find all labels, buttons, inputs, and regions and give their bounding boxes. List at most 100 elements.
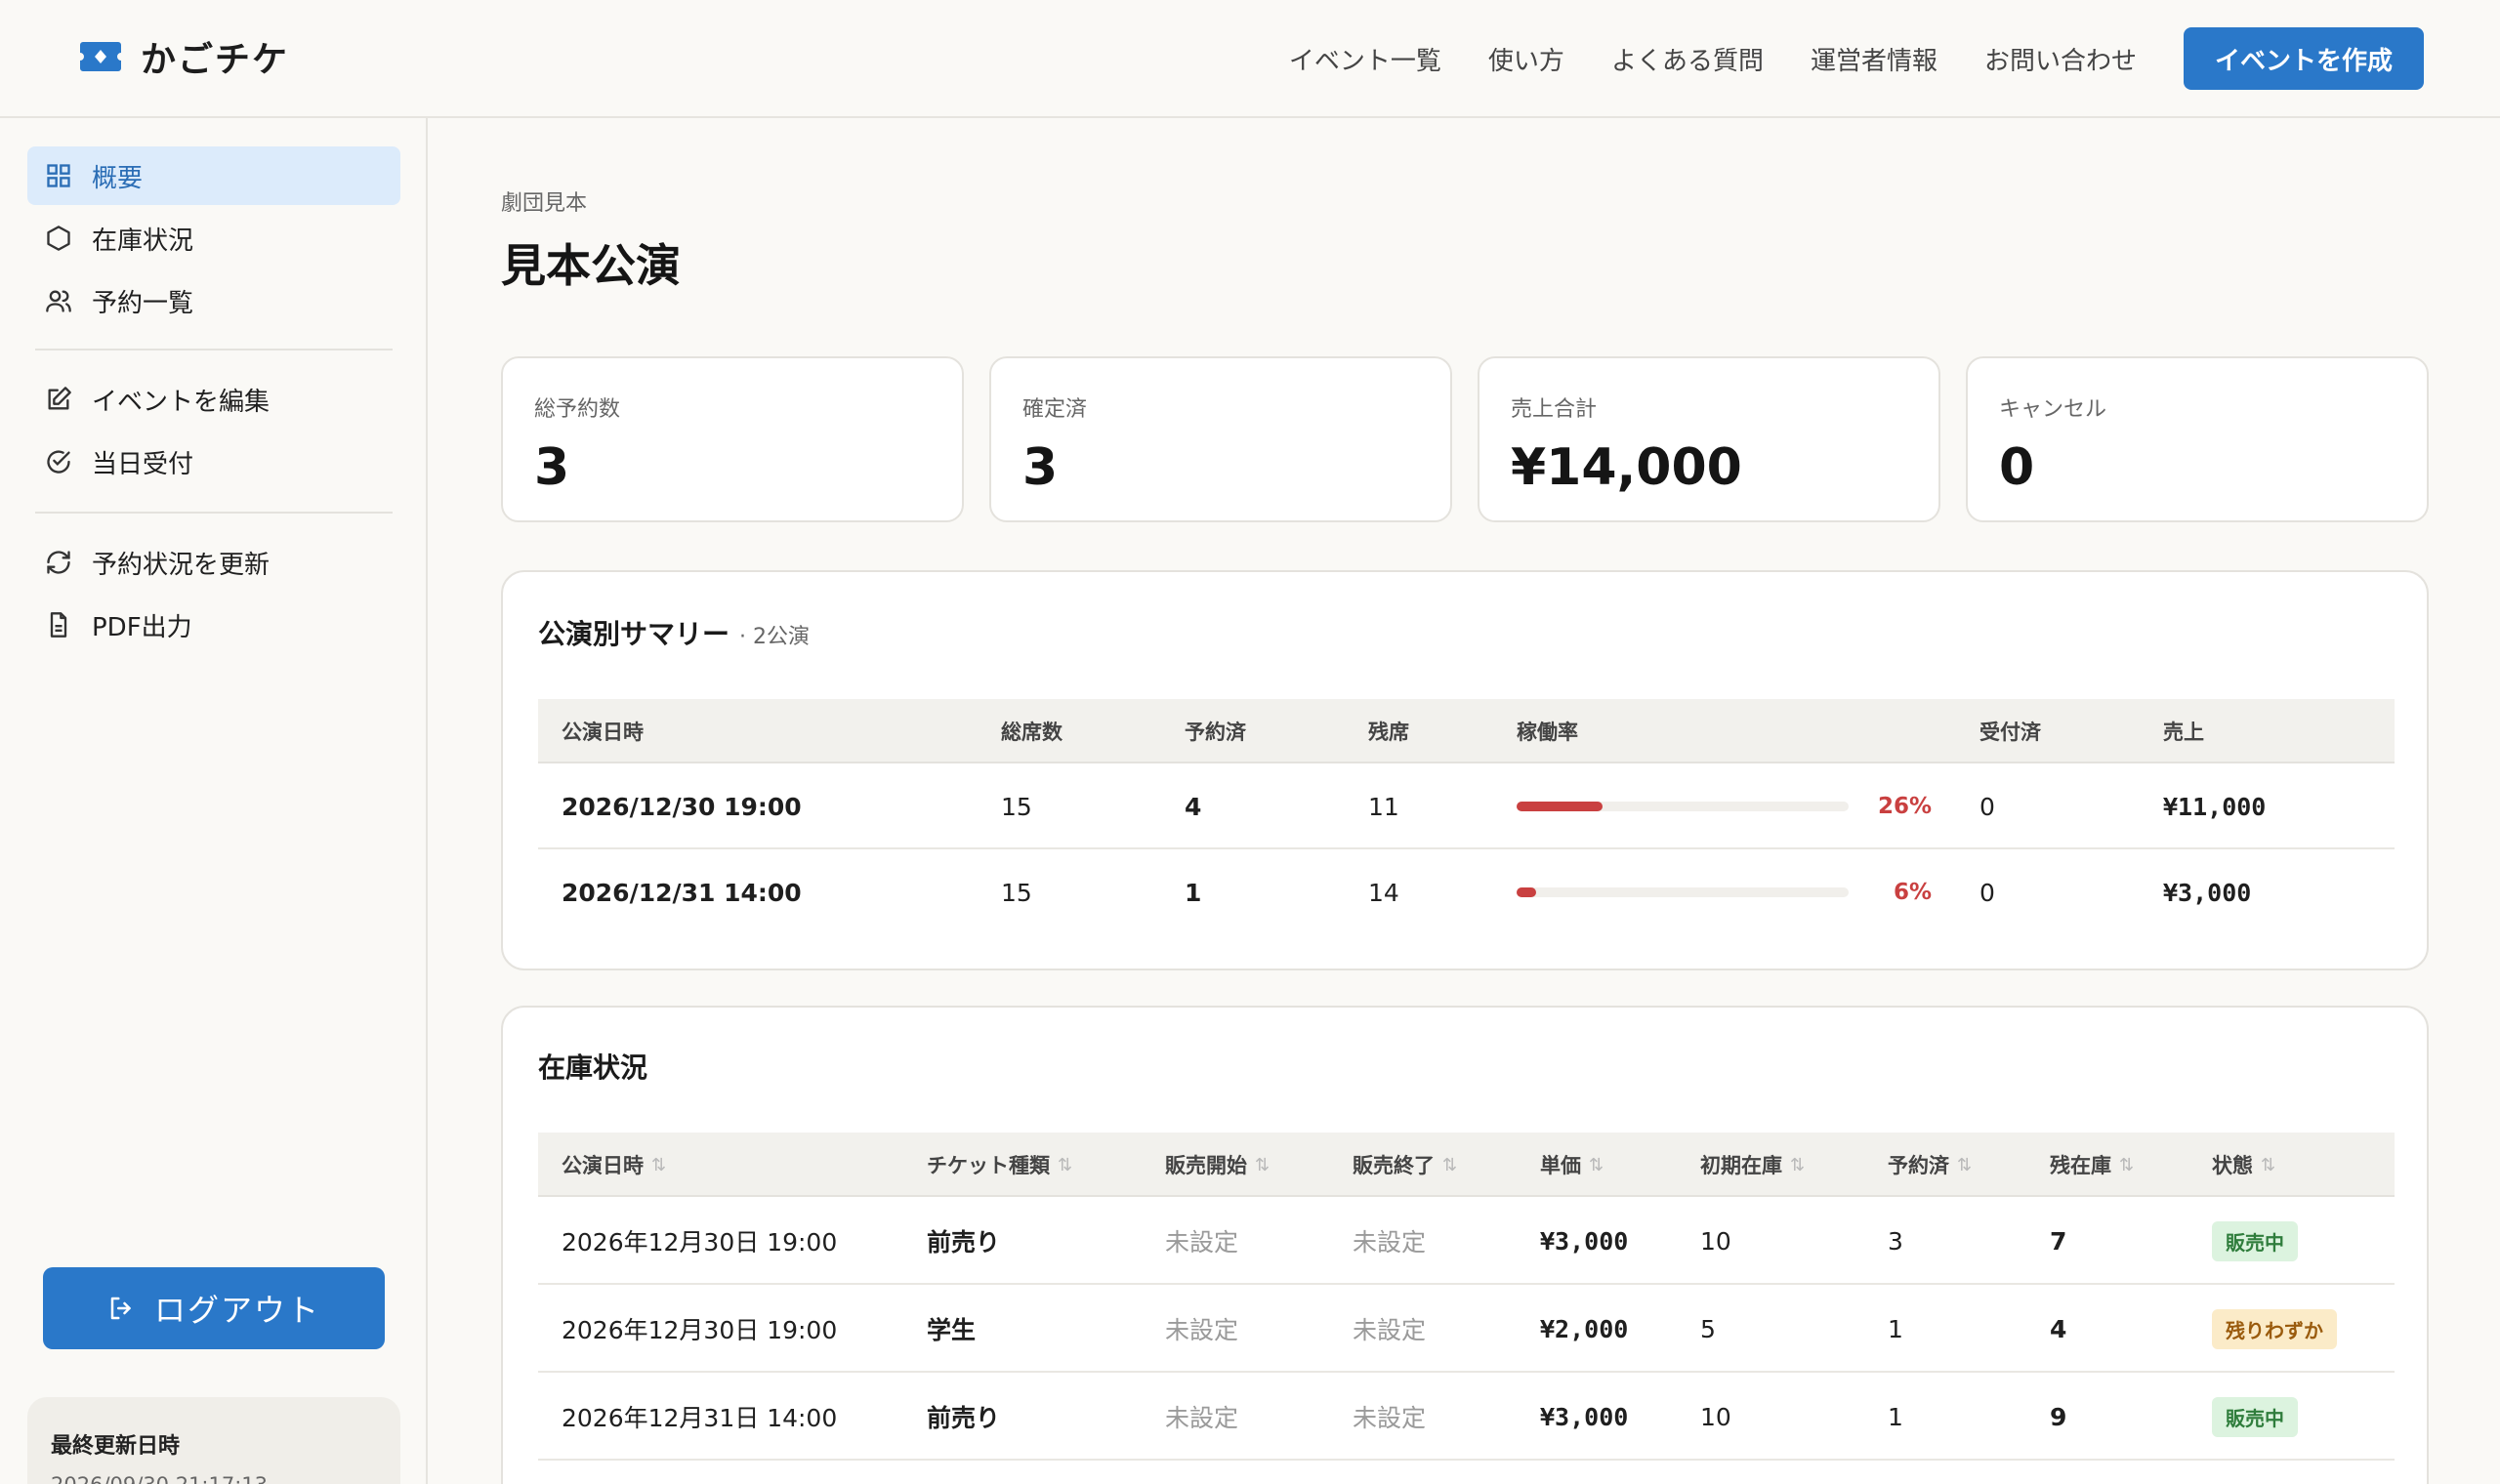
sort-icon: ⇅ xyxy=(1589,1154,1604,1175)
column-header-checked-in: 受付済 xyxy=(1979,721,2041,744)
sort-icon: ⇅ xyxy=(2261,1154,2276,1175)
cell-sales: ¥11,000 xyxy=(2163,792,2267,821)
sidebar-item-overview[interactable]: 概要 xyxy=(27,146,400,205)
summary-count: · 2公演 xyxy=(739,625,810,649)
cell-remaining: 11 xyxy=(1368,792,1399,821)
summary-title-text: 公演別サマリー xyxy=(538,618,730,650)
cell-remaining-stock: 4 xyxy=(2050,1314,2067,1343)
sidebar-item-refresh[interactable]: 予約状況を更新 xyxy=(27,533,400,592)
last-updated-box: 最終更新日時 2026/09/30 21:17:13 xyxy=(27,1397,400,1484)
column-header-initial-stock[interactable]: 初期在庫 ⇅ xyxy=(1700,1133,1805,1197)
sidebar-item-label: 当日受付 xyxy=(92,449,194,479)
cell-remaining-stock: 7 xyxy=(2050,1226,2067,1256)
sidebar-item-label: イベントを編集 xyxy=(92,387,271,417)
column-header-sale-start[interactable]: 販売開始 ⇅ xyxy=(1165,1133,1270,1197)
occupancy-bar xyxy=(1517,802,1849,811)
cell-initial-stock: 5 xyxy=(1700,1314,1716,1343)
cell-ticket-type: 前売り xyxy=(927,1404,1001,1432)
sort-icon: ⇅ xyxy=(1957,1154,1973,1175)
sort-icon: ⇅ xyxy=(1058,1154,1073,1175)
check-circle-icon xyxy=(45,448,72,475)
sidebar-item-pdf-export[interactable]: PDF出力 xyxy=(27,596,400,654)
column-header-sale-end[interactable]: 販売終了 ⇅ xyxy=(1353,1133,1457,1197)
nav-link-events[interactable]: イベント一覧 xyxy=(1289,41,1441,77)
table-row[interactable]: 2026/12/30 19:00 15 4 11 26% 0 ¥11,000 xyxy=(538,763,2395,849)
column-header-datetime[interactable]: 公演日時 ⇅ xyxy=(562,1133,666,1197)
nav-link-how-to[interactable]: 使い方 xyxy=(1488,41,1564,77)
stat-card-total-sales: 売上合計 ¥14,000 xyxy=(1478,356,1940,522)
column-header-ticket-type[interactable]: チケット種類 ⇅ xyxy=(927,1133,1072,1197)
inventory-panel: 在庫状況 公演日時 ⇅ チケット種類 ⇅ 販売開始 ⇅ 販売終了 ⇅ 単価 ⇅ 初期在庫 ⇅… xyxy=(501,1006,2429,1484)
create-event-button[interactable]: イベントを作成 xyxy=(2183,27,2424,90)
column-header-remaining-stock[interactable]: 残在庫 ⇅ xyxy=(2050,1133,2134,1197)
cell-status: 販売中 xyxy=(2212,1197,2298,1285)
table-row[interactable]: 2026年12月30日 19:00 前売り 未設定 未設定 ¥3,000 10 … xyxy=(538,1197,2395,1285)
cell-unit-price: ¥3,000 xyxy=(1540,1226,1629,1256)
logout-button[interactable]: ログアウト xyxy=(43,1267,385,1349)
sidebar-item-label: 予約一覧 xyxy=(92,288,194,318)
table-row[interactable]: 2026年12月30日 19:00 学生 未設定 未設定 ¥2,000 5 1 … xyxy=(538,1285,2395,1373)
sidebar-item-edit-event[interactable]: イベントを編集 xyxy=(27,370,400,429)
last-updated-label: 最終更新日時 xyxy=(51,1434,181,1459)
sidebar-divider xyxy=(35,349,393,350)
cell-reserved: 1 xyxy=(1185,878,1202,907)
grid-icon xyxy=(45,162,72,189)
cell-unit-price: ¥3,000 xyxy=(1540,1402,1629,1431)
sidebar-item-label: 在庫状況 xyxy=(92,226,194,256)
summary-table-header: 公演日時 総席数 予約済 残席 稼働率 受付済 売上 xyxy=(538,699,2395,763)
cell-remaining-stock: 9 xyxy=(2050,1402,2067,1431)
cell-initial-stock: 10 xyxy=(1700,1226,1731,1256)
occupancy-bar-fill xyxy=(1517,887,1537,897)
cell-sale-end: 未設定 xyxy=(1353,1316,1427,1344)
column-header-datetime: 公演日時 xyxy=(562,721,644,744)
cell-checked-in: 0 xyxy=(1979,878,1995,907)
column-header-sales: 売上 xyxy=(2163,721,2204,744)
sort-icon: ⇅ xyxy=(1790,1154,1806,1175)
sidebar-item-checkin[interactable]: 当日受付 xyxy=(27,433,400,491)
stat-card-cancelled: キャンセル 0 xyxy=(1966,356,2429,522)
stat-label: 確定済 xyxy=(1022,397,1088,422)
ticket-logo-icon xyxy=(80,42,121,71)
inventory-title: 在庫状況 xyxy=(538,1051,648,1084)
stat-value: ¥14,000 xyxy=(1511,438,1742,497)
sort-icon: ⇅ xyxy=(1442,1154,1458,1175)
cell-sale-start: 未設定 xyxy=(1165,1404,1239,1432)
sort-icon: ⇅ xyxy=(1255,1154,1271,1175)
column-header-remaining: 残席 xyxy=(1368,721,1409,744)
cell-occupancy-percent: 6% xyxy=(1893,880,1932,905)
file-icon xyxy=(45,611,72,639)
cell-reserved: 4 xyxy=(1185,792,1202,821)
cell-datetime: 2026/12/30 19:00 xyxy=(562,792,802,821)
sidebar-item-reservations[interactable]: 予約一覧 xyxy=(27,271,400,330)
column-header-status[interactable]: 状態 ⇅ xyxy=(2212,1133,2275,1197)
cell-total-seats: 15 xyxy=(1001,878,1032,907)
breadcrumb[interactable]: 劇団見本 xyxy=(501,186,587,217)
stat-label: 売上合計 xyxy=(1511,397,1598,422)
cell-sale-end: 未設定 xyxy=(1353,1228,1427,1257)
sidebar-item-label: 予約状況を更新 xyxy=(92,550,271,580)
nav-link-operator[interactable]: 運営者情報 xyxy=(1811,41,1938,77)
cell-datetime: 2026/12/31 14:00 xyxy=(562,878,802,907)
cell-occupancy-percent: 26% xyxy=(1877,794,1932,819)
table-row[interactable]: 2026/12/31 14:00 15 1 14 6% 0 ¥3,000 xyxy=(538,849,2395,935)
sidebar: 概要 在庫状況 予約一覧 イベントを編集 当日受付 予約状況を更新 PDF出力 … xyxy=(0,118,428,1484)
summary-title: 公演別サマリー · 2公演 xyxy=(538,613,810,652)
column-header-reserved: 予約済 xyxy=(1185,721,1246,744)
column-header-total-seats: 総席数 xyxy=(1001,721,1062,744)
edit-icon xyxy=(45,386,72,413)
cell-status: 残りわずか xyxy=(2212,1285,2337,1373)
last-updated-value: 2026/09/30 21:17:13 xyxy=(51,1473,377,1484)
column-header-unit-price[interactable]: 単価 ⇅ xyxy=(1540,1133,1604,1197)
sort-icon: ⇅ xyxy=(651,1154,667,1175)
table-row[interactable]: 2026年12月31日 14:00 前売り 未設定 未設定 ¥3,000 10 … xyxy=(538,1373,2395,1461)
column-header-reserved[interactable]: 予約済 ⇅ xyxy=(1888,1133,1972,1197)
nav-link-contact[interactable]: お問い合わせ xyxy=(1984,41,2137,77)
cell-sale-start: 未設定 xyxy=(1165,1316,1239,1344)
brand-logo[interactable]: かごチケ xyxy=(80,29,289,84)
cell-reserved: 1 xyxy=(1888,1402,1903,1431)
nav-link-faq[interactable]: よくある質問 xyxy=(1611,41,1764,77)
occupancy-bar-fill xyxy=(1517,802,1604,811)
cell-datetime: 2026年12月30日 19:00 xyxy=(562,1316,838,1344)
cell-checked-in: 0 xyxy=(1979,792,1995,821)
sidebar-item-inventory[interactable]: 在庫状況 xyxy=(27,209,400,268)
